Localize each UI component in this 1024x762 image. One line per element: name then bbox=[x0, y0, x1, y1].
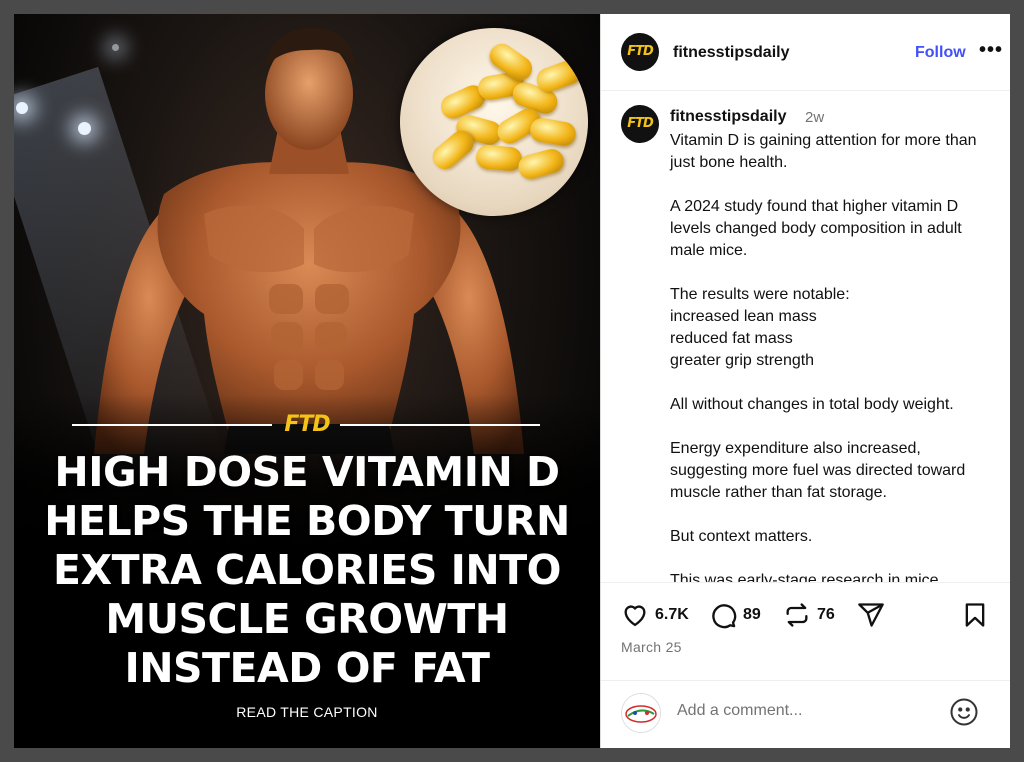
comment-count: 89 bbox=[743, 606, 761, 623]
profile-logo-icon bbox=[622, 694, 660, 732]
repost-count: 76 bbox=[817, 606, 835, 623]
post-image[interactable]: FTD HIGH DOSE VITAMIN D HELPS THE BODY T… bbox=[14, 14, 600, 748]
repost-button[interactable]: 76 bbox=[783, 601, 835, 629]
caption-paragraph: A 2024 study found that higher vitamin D… bbox=[670, 198, 962, 259]
read-caption-text: READ THE CAPTION bbox=[236, 704, 378, 720]
bookmark-icon bbox=[965, 603, 985, 627]
headline-line: MUSCLE GROWTH bbox=[105, 595, 509, 643]
ftd-logo: FTD bbox=[284, 412, 330, 437]
caption-paragraph: Energy expenditure also increased, sugge… bbox=[670, 440, 966, 501]
post-sidebar: FTD fitnesstipsdaily Follow ••• FTD fitn… bbox=[600, 14, 1010, 748]
like-count: 6.7K bbox=[655, 606, 689, 623]
post-date[interactable]: March 25 bbox=[621, 639, 682, 655]
comment-button[interactable]: 89 bbox=[709, 601, 761, 629]
author-avatar[interactable]: FTD bbox=[621, 33, 659, 71]
caption-paragraph: The results were notable: increased lean… bbox=[670, 286, 850, 369]
caption-timestamp[interactable]: 2w bbox=[805, 109, 824, 126]
save-button[interactable] bbox=[961, 601, 989, 629]
like-button[interactable]: 6.7K bbox=[621, 601, 689, 629]
comment-icon bbox=[712, 604, 737, 629]
caption-paragraph: This was early-stage research in mice bbox=[670, 572, 939, 582]
caption-paragraph: All without changes in total body weight… bbox=[670, 396, 954, 413]
caption-author-avatar[interactable]: FTD bbox=[621, 105, 659, 143]
divider-line bbox=[72, 424, 272, 426]
brand-divider: FTD bbox=[72, 412, 540, 438]
vitamin-d-capsules-image bbox=[400, 28, 588, 216]
post-header: FTD fitnesstipsdaily Follow ••• bbox=[601, 14, 1010, 91]
share-icon bbox=[858, 603, 884, 627]
follow-button[interactable]: Follow bbox=[915, 44, 966, 62]
current-user-avatar[interactable] bbox=[621, 693, 661, 733]
headline-line: HIGH DOSE VITAMIN D bbox=[54, 448, 560, 496]
divider-line bbox=[340, 424, 540, 426]
caption-paragraph: Vitamin D is gaining attention for more … bbox=[670, 132, 977, 171]
comment-composer bbox=[601, 680, 1010, 748]
stage-light bbox=[16, 102, 28, 114]
heart-icon bbox=[624, 605, 646, 627]
headline-line: EXTRA CALORIES INTO bbox=[52, 546, 562, 594]
post-modal: FTD HIGH DOSE VITAMIN D HELPS THE BODY T… bbox=[14, 14, 1010, 748]
caption-username[interactable]: fitnesstipsdaily bbox=[670, 108, 786, 126]
image-headline: HIGH DOSE VITAMIN D HELPS THE BODY TURN … bbox=[14, 448, 600, 693]
author-username[interactable]: fitnesstipsdaily bbox=[673, 44, 789, 62]
headline-line: HELPS THE BODY TURN bbox=[44, 497, 570, 545]
caption-scroll-area[interactable]: FTD fitnesstipsdaily 2w Vitamin D is gai… bbox=[601, 91, 1010, 582]
repost-icon bbox=[786, 603, 808, 627]
comment-input[interactable] bbox=[675, 701, 939, 721]
caption-paragraph: But context matters. bbox=[670, 528, 813, 545]
caption-text: Vitamin D is gaining attention for more … bbox=[670, 130, 1000, 582]
more-options-icon[interactable]: ••• bbox=[979, 39, 1003, 62]
emoji-icon[interactable] bbox=[949, 697, 979, 727]
headline-line: INSTEAD OF FAT bbox=[124, 644, 490, 692]
post-actions: 6.7K 89 76 March 25 bbox=[601, 582, 1010, 681]
share-button[interactable] bbox=[857, 601, 885, 629]
